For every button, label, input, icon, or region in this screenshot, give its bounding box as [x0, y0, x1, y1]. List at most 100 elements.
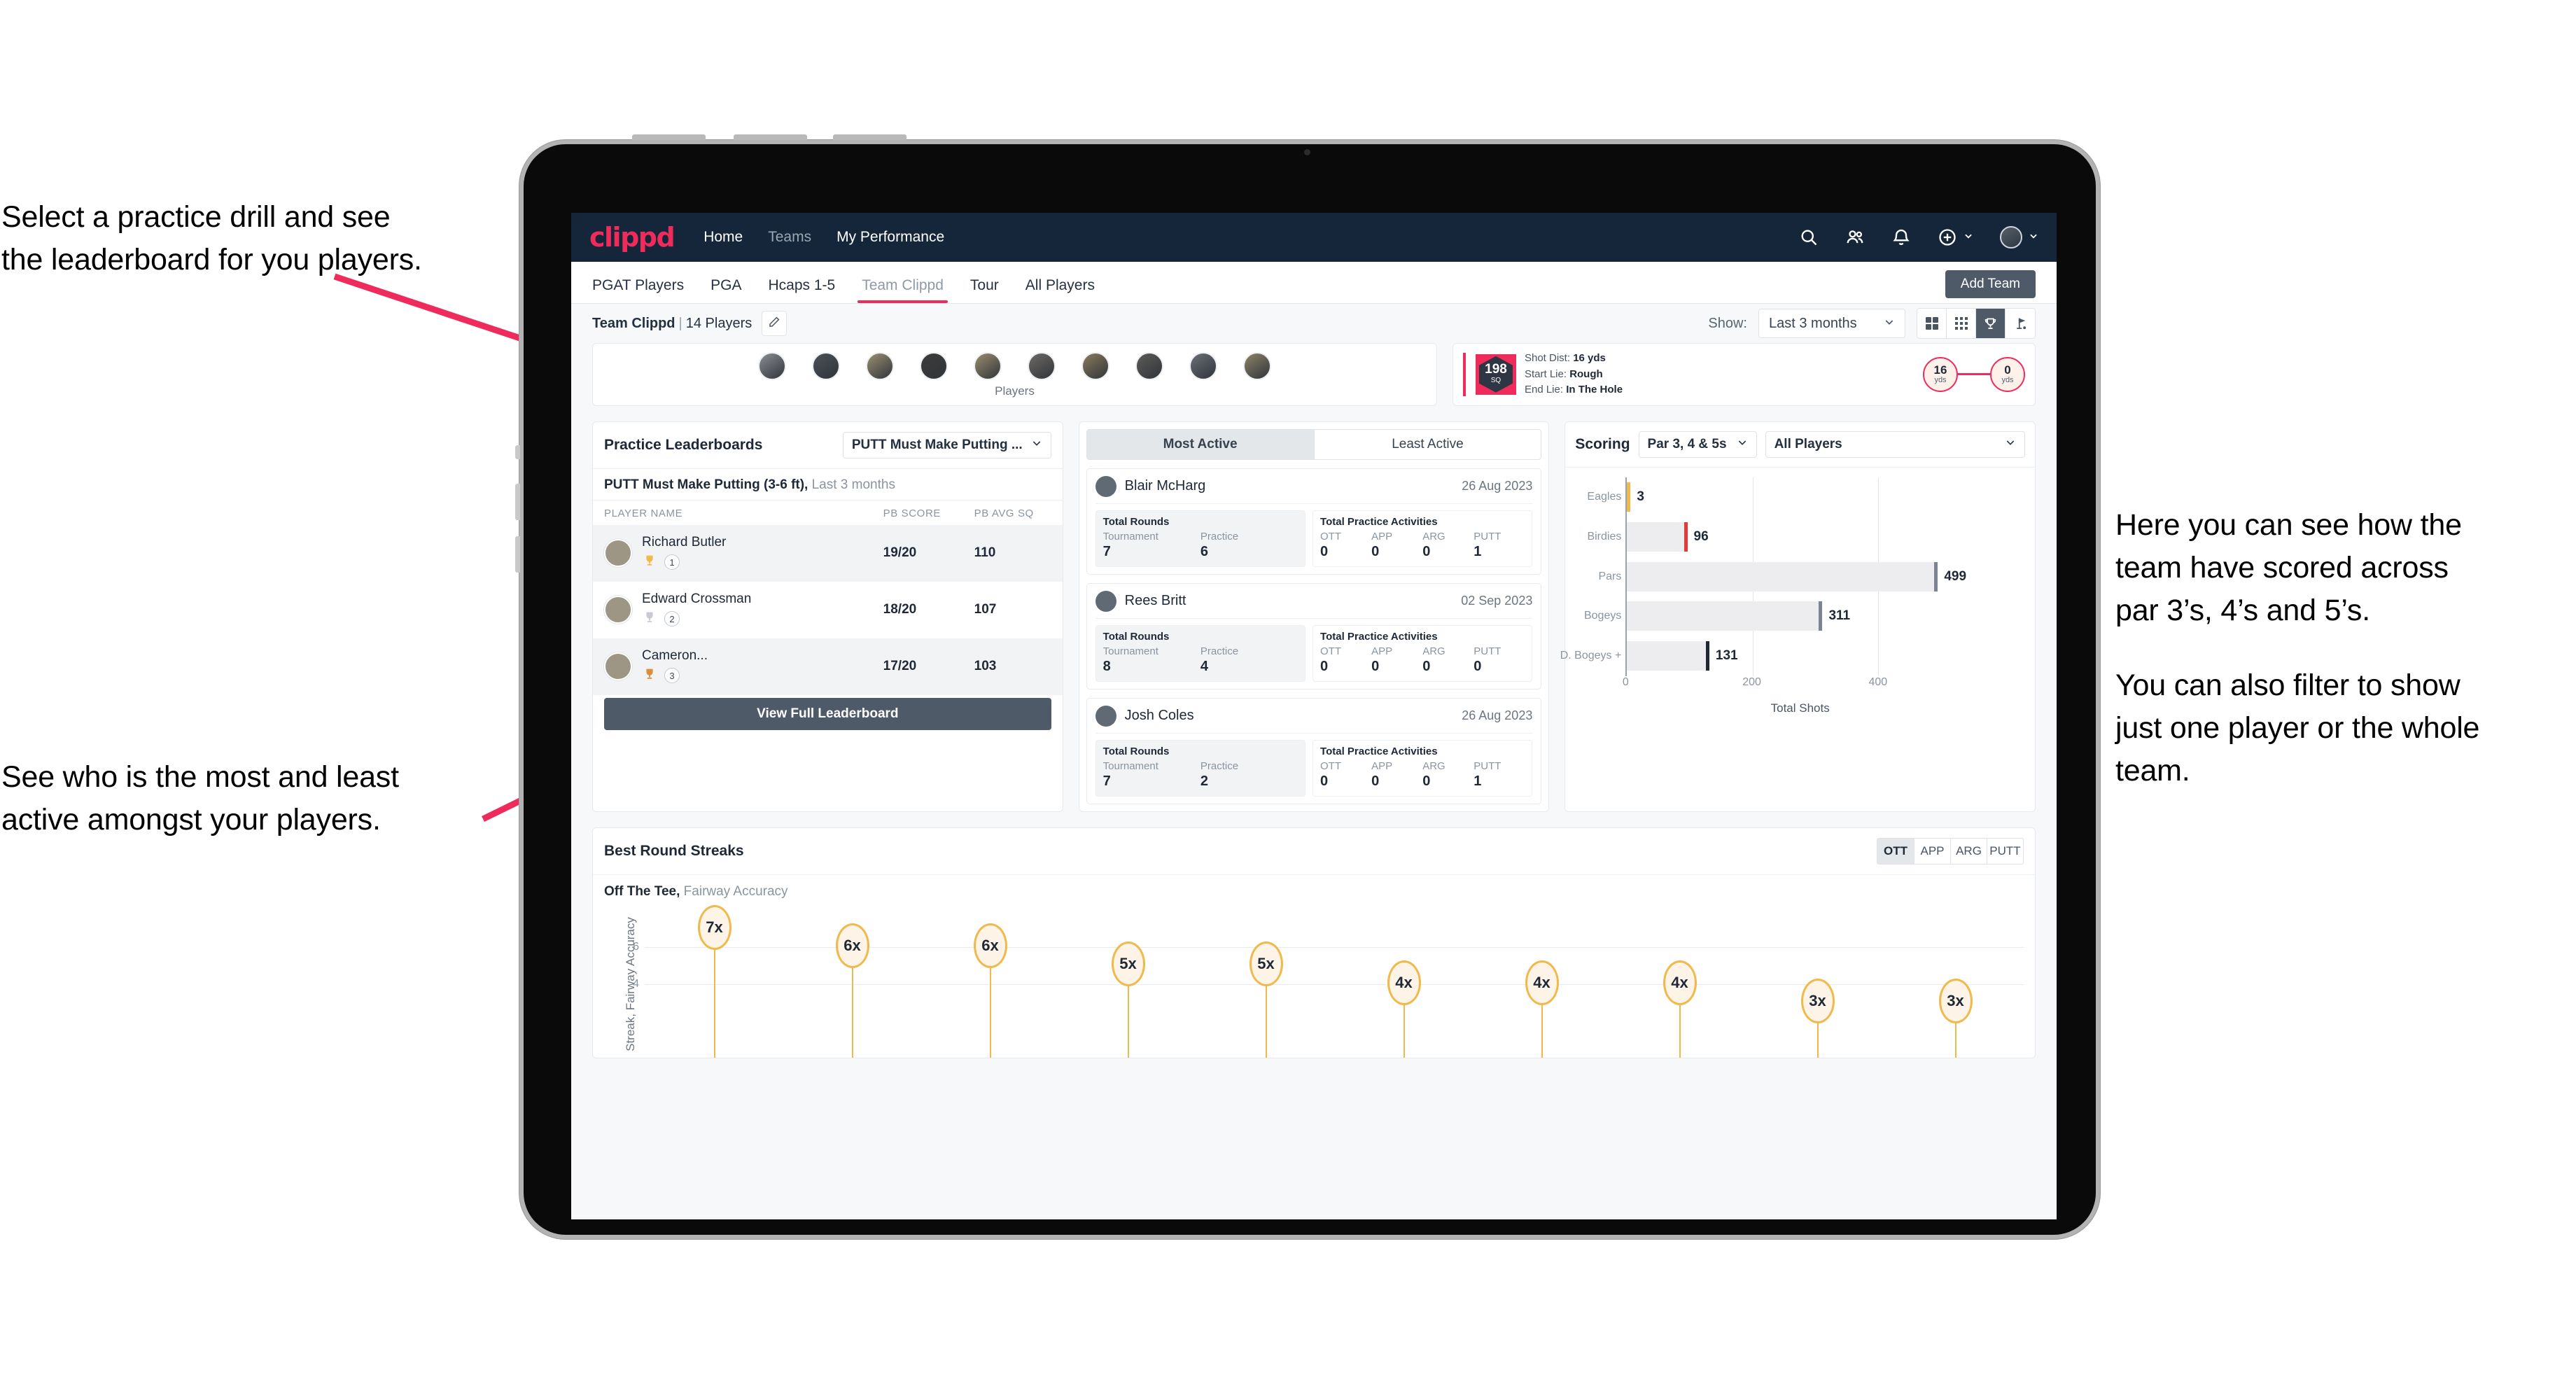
sq-unit: SQ — [1490, 377, 1502, 385]
player-avatar — [1095, 475, 1116, 497]
app-stat: APP 0 — [1371, 760, 1422, 790]
leaderboard-row[interactable]: Richard Butler 1 19/20 110 — [593, 524, 1063, 582]
nav-link-teams[interactable]: Teams — [768, 229, 811, 246]
chevron-down-icon[interactable] — [2029, 231, 2038, 244]
player-info: Edward Crossman 2 — [642, 592, 883, 629]
tab-hcaps-1-5[interactable]: Hcaps 1-5 — [768, 277, 835, 303]
player-avatar[interactable] — [919, 352, 948, 380]
players-strip: Players — [593, 344, 1436, 404]
segment-arg[interactable]: ARG — [1950, 838, 1987, 864]
segment-ott[interactable]: OTT — [1877, 838, 1914, 864]
player-name: Richard Butler — [642, 534, 727, 550]
y-tick-label: Bogeys — [1583, 610, 1622, 622]
last-activity-date: 02 Sep 2023 — [1461, 594, 1533, 608]
streak-bubble[interactable]: 6x — [973, 923, 1007, 968]
search-icon[interactable] — [1799, 227, 1819, 247]
streak-bubble[interactable]: 3x — [1938, 978, 1973, 1023]
annotation-line: team. — [2115, 754, 2190, 788]
tab-pga[interactable]: PGA — [710, 277, 741, 303]
activity-player-card[interactable]: Josh Coles 26 Aug 2023 Total Rounds Tournam… — [1086, 697, 1542, 804]
drill-select[interactable]: PUTT Must Make Putting ... — [842, 431, 1051, 458]
par-filter-select[interactable]: Par 3, 4 & 5s — [1638, 430, 1757, 458]
tab-pgat-players[interactable]: PGAT Players — [592, 277, 684, 303]
leaderboard-header: Practice Leaderboards PUTT Must Make Put… — [593, 422, 1063, 469]
bar-cap — [1934, 561, 1938, 592]
player-avatar[interactable] — [1027, 352, 1056, 380]
drill-period: Last 3 months — [811, 477, 895, 492]
clippd-logo[interactable]: clippd — [589, 222, 676, 253]
y-tick-label: 4 — [633, 977, 639, 990]
leaderboard-row[interactable]: Edward Crossman 2 18/20 107 — [593, 582, 1063, 638]
trophy-icon[interactable] — [1976, 309, 2005, 338]
avatar[interactable] — [2000, 226, 2022, 248]
leaderboard-row[interactable]: Cameron... 3 17/20 103 — [593, 638, 1063, 695]
view-mode-segmented — [1917, 308, 2036, 339]
annotation-line: team have scored across — [2115, 551, 2449, 585]
player-avatar[interactable] — [757, 352, 786, 380]
ott-label: OTT — [1320, 530, 1342, 542]
add-team-button[interactable]: Add Team — [1945, 270, 2036, 298]
putt-value: 0 — [1474, 658, 1482, 674]
bell-icon[interactable] — [1891, 227, 1911, 247]
streak-bubble[interactable]: 5x — [1111, 941, 1145, 987]
player-avatar[interactable] — [865, 352, 894, 380]
streak-bubble[interactable]: 3x — [1800, 978, 1835, 1023]
app-label: APP — [1371, 645, 1393, 657]
tab-tour[interactable]: Tour — [970, 277, 999, 303]
streak-bubble[interactable]: 4x — [1387, 960, 1421, 1005]
tab-least-active[interactable]: Least Active — [1313, 429, 1541, 459]
streaks-category-segmented: OTT APP ARG PUTT — [1877, 837, 2024, 864]
streak-bubble[interactable]: 5x — [1249, 941, 1283, 987]
activity-player-card[interactable]: Rees Britt 02 Sep 2023 Total Rounds Tournam… — [1086, 582, 1542, 690]
player-filter-select[interactable]: All Players — [1765, 430, 2026, 458]
leaderboard-rows: Richard Butler 1 19/20 110 Edward Crossman 2 1… — [593, 524, 1063, 695]
rank-number: 2 — [664, 611, 680, 626]
activity-player-card[interactable]: Blair McHarg 26 Aug 2023 Total Rounds Tourn… — [1086, 468, 1542, 575]
tab-most-active[interactable]: Most Active — [1086, 429, 1314, 459]
nav-link-home[interactable]: Home — [704, 229, 743, 246]
bar — [1627, 641, 1706, 671]
tournament-label: Tournament — [1102, 760, 1158, 772]
people-icon[interactable] — [1845, 227, 1865, 247]
bar — [1627, 522, 1684, 552]
nav-link-my-performance[interactable]: My Performance — [836, 229, 944, 246]
streak-bubble[interactable]: 4x — [1525, 960, 1559, 1005]
view-full-leaderboard-button[interactable]: View Full Leaderboard — [604, 697, 1051, 730]
arg-label: ARG — [1422, 530, 1446, 542]
tab-team-clippd[interactable]: Team Clippd — [858, 277, 948, 303]
player-avatar[interactable] — [1081, 352, 1110, 380]
player-avatar[interactable] — [811, 352, 840, 380]
streak-bubble[interactable]: 6x — [835, 923, 869, 968]
start-distance-circle: 16 yds — [1923, 356, 1958, 392]
date-range-select[interactable]: Last 3 months — [1758, 309, 1905, 338]
player-avatar[interactable] — [1189, 352, 1217, 380]
top-row: Players 198 SQ Shot Dist: 16 yds Start L… — [592, 343, 2036, 406]
tab-all-players[interactable]: All Players — [1026, 277, 1095, 303]
streak-bubble[interactable]: 7x — [697, 904, 732, 950]
grid-small-icon[interactable] — [1947, 309, 1976, 338]
putt-value: 1 — [1474, 543, 1482, 559]
scoring-plot-area: 3 96 499 311 131 — [1625, 477, 1966, 676]
putt-label: PUTT — [1474, 760, 1502, 772]
chevron-down-icon[interactable] — [1963, 231, 1973, 244]
segment-app[interactable]: APP — [1914, 838, 1950, 864]
arg-value: 0 — [1422, 773, 1431, 789]
player-avatar[interactable] — [1135, 352, 1163, 380]
grid-large-icon[interactable] — [1917, 309, 1947, 338]
flag-icon[interactable] — [2005, 309, 2035, 338]
profile-menu[interactable] — [2000, 226, 2038, 248]
plus-circle-icon[interactable] — [1938, 227, 1957, 247]
tournament-value: 7 — [1102, 543, 1111, 559]
edit-team-button[interactable] — [762, 311, 788, 336]
streaks-category-label: Off The Tee, — [604, 883, 680, 899]
x-tick-label: 400 — [1868, 676, 1888, 688]
player-avatar[interactable] — [973, 352, 1002, 380]
app-value: 0 — [1371, 658, 1380, 674]
streak-bubble[interactable]: 4x — [1662, 960, 1697, 1005]
navbar-actions — [1799, 226, 2038, 248]
tournament-label: Tournament — [1102, 530, 1158, 542]
add-menu[interactable] — [1938, 227, 1973, 247]
segment-putt[interactable]: PUTT — [1987, 838, 2023, 864]
y-tick-label: Pars — [1598, 570, 1622, 582]
player-avatar[interactable] — [1242, 352, 1271, 380]
